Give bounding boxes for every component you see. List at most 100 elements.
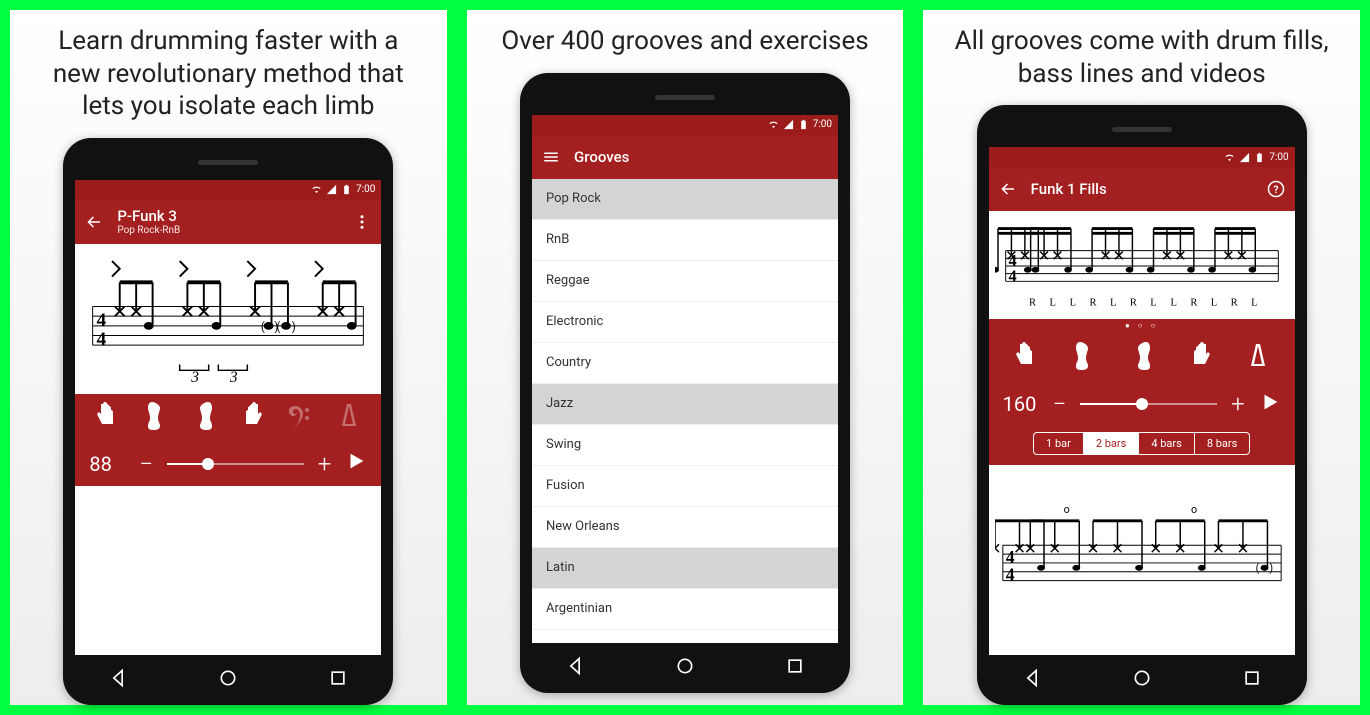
groove-category-item[interactable]: RnB	[532, 220, 838, 261]
svg-text:3: 3	[191, 368, 200, 385]
right-hand-icon[interactable]	[1187, 342, 1213, 374]
nav-back-icon[interactable]	[1022, 668, 1042, 692]
android-nav-bar	[977, 665, 1307, 695]
left-foot-icon[interactable]	[143, 402, 169, 434]
groove-category-item[interactable]: Reggae	[532, 261, 838, 302]
groove-category-item[interactable]: Jazz	[532, 384, 838, 425]
tempo-plus-button[interactable]: +	[318, 450, 332, 478]
app-bar-2: Grooves	[532, 135, 838, 179]
svg-text:4: 4	[1008, 266, 1016, 285]
wifi-icon	[1224, 152, 1235, 163]
metronome-icon[interactable]	[336, 402, 362, 434]
svg-text:(: (	[1255, 562, 1259, 575]
right-hand-icon[interactable]	[239, 402, 265, 434]
screen-title: Funk 1 Fills	[1031, 180, 1253, 198]
signal-icon	[783, 119, 794, 130]
svg-text:L: L	[1069, 297, 1075, 308]
wifi-icon	[768, 119, 779, 130]
promo-panel-1: Learn drumming faster with a new revolut…	[10, 10, 447, 705]
play-button[interactable]	[1259, 391, 1281, 418]
battery-icon	[798, 119, 809, 130]
bars-segmented-control[interactable]: 1 bar2 bars4 bars8 bars	[1033, 432, 1250, 455]
groove-category-item[interactable]: Latin	[532, 548, 838, 589]
right-foot-icon[interactable]	[191, 402, 217, 434]
bars-option[interactable]: 1 bar	[1034, 433, 1084, 454]
svg-text:(: (	[277, 319, 281, 333]
phone-frame-2: 7:00 Grooves Pop RockRnBReggaeElectronic…	[520, 73, 850, 693]
caption-2: Over 400 grooves and exercises	[501, 25, 868, 58]
tempo-controls: 160 − +	[989, 382, 1295, 426]
overflow-menu-button[interactable]	[353, 213, 371, 231]
svg-text:4: 4	[97, 309, 107, 330]
status-time: 7:00	[1269, 152, 1288, 163]
svg-text:R: R	[1029, 297, 1037, 308]
bars-option[interactable]: 4 bars	[1139, 433, 1194, 454]
svg-text:o: o	[1191, 503, 1197, 516]
left-hand-icon[interactable]	[94, 402, 120, 434]
hamburger-menu-button[interactable]	[542, 148, 560, 166]
nav-recent-icon[interactable]	[785, 656, 805, 680]
phone-frame-3: 7:00 Funk 1 Fills ?	[977, 105, 1307, 705]
back-button[interactable]	[85, 213, 103, 231]
app-bar-1: P-Funk 3 Pop Rock-RnB	[75, 200, 381, 244]
nav-recent-icon[interactable]	[1242, 668, 1262, 692]
screen-subtitle: Pop Rock-RnB	[117, 225, 339, 236]
groove-category-list: Pop RockRnBReggaeElectronicCountryJazzSw…	[532, 179, 838, 630]
svg-text:o: o	[1063, 503, 1069, 516]
battery-icon	[1254, 152, 1265, 163]
nav-home-icon[interactable]	[1132, 668, 1152, 692]
limb-selector-row	[989, 334, 1295, 382]
tempo-slider[interactable]	[1080, 403, 1217, 405]
play-button[interactable]	[345, 450, 367, 477]
bars-option[interactable]: 2 bars	[1084, 433, 1139, 454]
tempo-value: 160	[1003, 392, 1039, 416]
nav-home-icon[interactable]	[218, 668, 238, 692]
status-bar: 7:00	[75, 180, 381, 200]
tempo-value: 88	[89, 452, 125, 476]
metronome-icon[interactable]	[1245, 342, 1271, 374]
right-foot-icon[interactable]	[1129, 342, 1155, 374]
tempo-slider[interactable]	[167, 463, 304, 465]
status-bar: 7:00	[532, 115, 838, 135]
svg-text:L: L	[1251, 297, 1257, 308]
svg-text:R: R	[1130, 297, 1138, 308]
tempo-minus-button[interactable]: −	[1053, 390, 1067, 418]
tempo-minus-button[interactable]: −	[139, 450, 153, 478]
svg-text:R: R	[1190, 297, 1198, 308]
left-foot-icon[interactable]	[1071, 342, 1097, 374]
nav-home-icon[interactable]	[675, 656, 695, 680]
nav-back-icon[interactable]	[108, 668, 128, 692]
groove-category-item[interactable]: Country	[532, 343, 838, 384]
bass-clef-icon[interactable]	[288, 402, 314, 434]
left-hand-icon[interactable]	[1013, 342, 1039, 374]
promo-panel-2: Over 400 grooves and exercises 7:00 Groo…	[467, 10, 904, 705]
nav-back-icon[interactable]	[565, 656, 585, 680]
svg-text:): )	[292, 319, 296, 333]
drum-notation: 4 4	[75, 244, 381, 394]
groove-category-item[interactable]: Electronic	[532, 302, 838, 343]
battery-icon	[341, 184, 352, 195]
help-button[interactable]: ?	[1267, 180, 1285, 198]
back-button[interactable]	[999, 180, 1017, 198]
app-bar-3: Funk 1 Fills ?	[989, 167, 1295, 211]
svg-text:): )	[1269, 562, 1273, 575]
svg-text:L: L	[1110, 297, 1116, 308]
groove-category-item[interactable]: Swing	[532, 425, 838, 466]
tempo-plus-button[interactable]: +	[1231, 390, 1245, 418]
screen-title: Grooves	[574, 148, 828, 166]
groove-category-item[interactable]: Fusion	[532, 466, 838, 507]
groove-category-item[interactable]: Pop Rock	[532, 179, 838, 220]
status-bar: 7:00	[989, 147, 1295, 167]
svg-text:L: L	[1049, 297, 1055, 308]
drum-notation-fill: oo 4 4	[989, 465, 1295, 655]
groove-category-item[interactable]: New Orleans	[532, 507, 838, 548]
nav-recent-icon[interactable]	[328, 668, 348, 692]
groove-category-item[interactable]: Argentinian	[532, 589, 838, 630]
svg-text:?: ?	[1273, 183, 1278, 196]
svg-text:4: 4	[97, 329, 107, 350]
signal-icon	[326, 184, 337, 195]
phone-frame-1: 7:00 P-Funk 3 Pop Rock-RnB	[63, 138, 393, 706]
caption-3: All grooves come with drum fills, bass l…	[953, 25, 1330, 90]
screen-title: P-Funk 3	[117, 207, 339, 225]
bars-option[interactable]: 8 bars	[1195, 433, 1249, 454]
